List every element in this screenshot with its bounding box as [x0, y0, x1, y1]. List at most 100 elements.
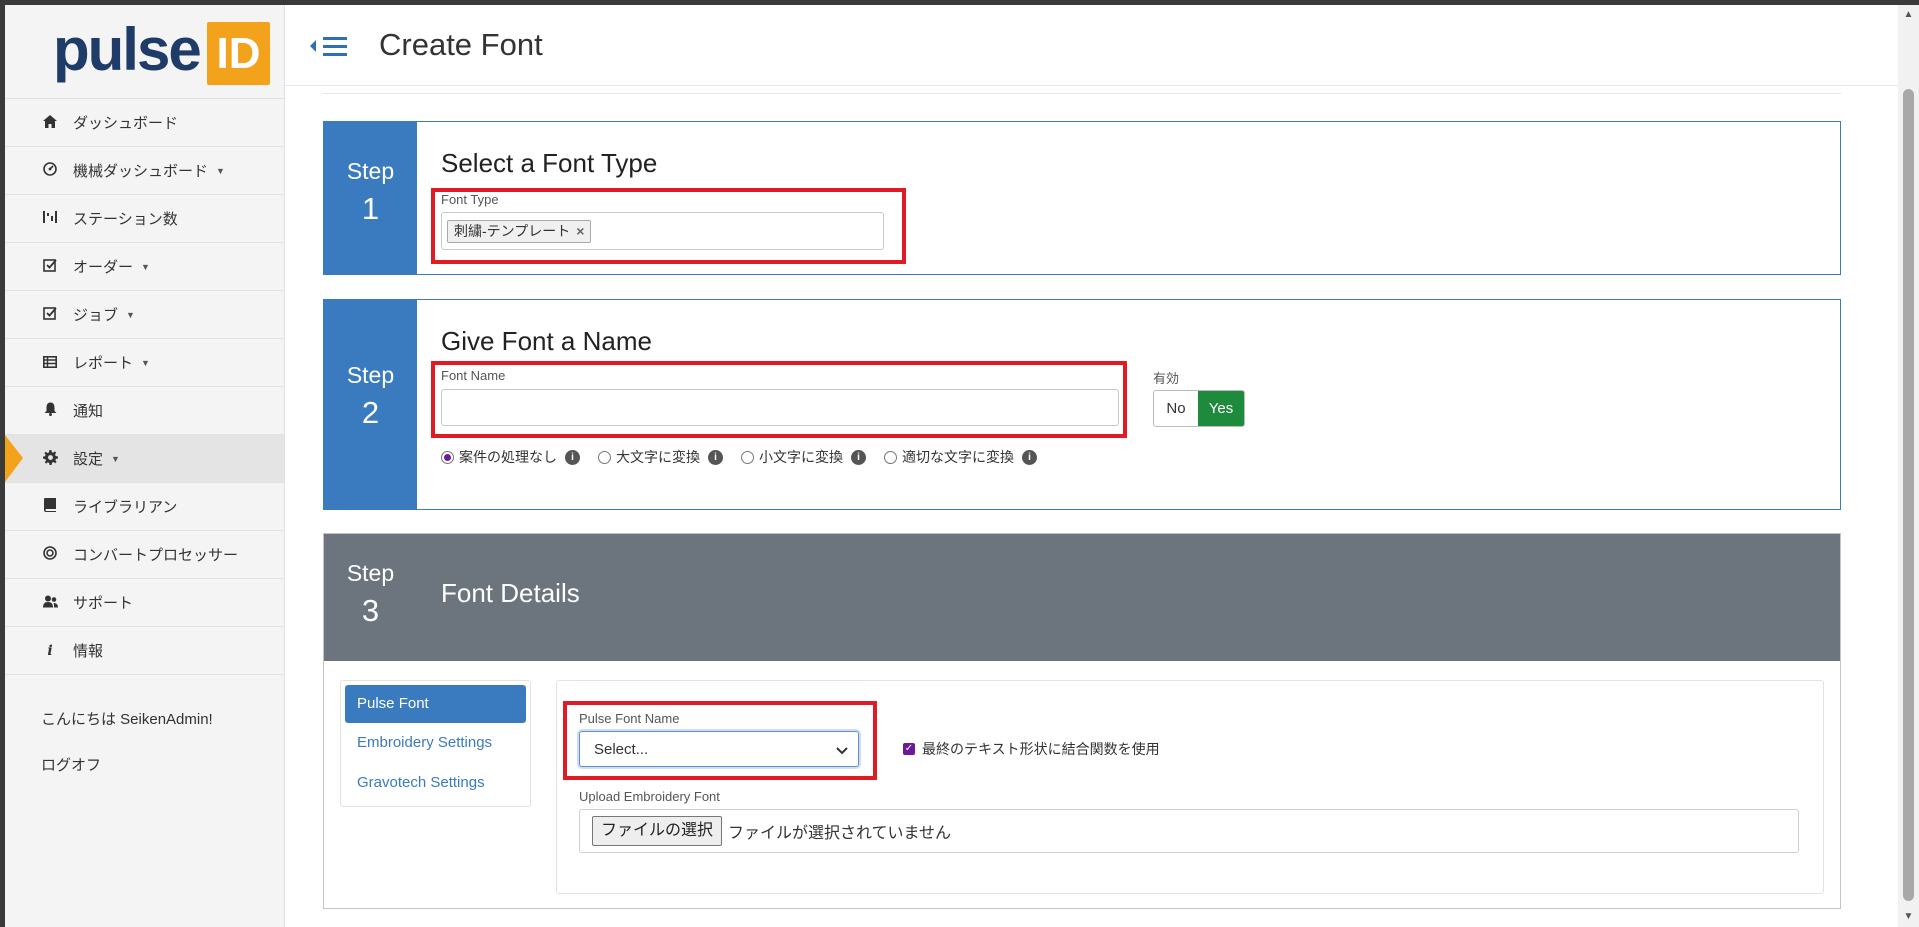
caret-down-icon: ▼: [141, 261, 150, 272]
font-type-label: Font Type: [441, 192, 499, 207]
sidebar-item-machine-dashboard[interactable]: 機械ダッシュボード ▼: [5, 147, 284, 195]
upload-embroidery-font-input: ファイルの選択 ファイルが選択されていません: [579, 809, 1799, 853]
step-2-card: Step 2 Give Font a Name Font Name 有効 No …: [323, 299, 1841, 510]
radio-label: 大文字に変換: [616, 449, 700, 465]
radio-proper-case[interactable]: 適切な文字に変換 i: [884, 447, 1037, 467]
divider: [323, 93, 1841, 94]
step-number: 3: [361, 593, 380, 628]
sidebar-item-dashboard[interactable]: ダッシュボード: [5, 99, 284, 147]
sidebar-item-reports[interactable]: レポート ▼: [5, 339, 284, 387]
help-icon[interactable]: i: [708, 449, 723, 465]
menu-toggle-icon[interactable]: [309, 32, 351, 62]
sidebar-item-label: レポート: [73, 355, 134, 372]
sidebar-item-info[interactable]: i 情報: [5, 627, 284, 675]
user-greeting: こんにちは SeikenAdmin!: [41, 711, 213, 728]
radio-uppercase[interactable]: 大文字に変換 i: [598, 447, 723, 467]
step-word: Step: [346, 158, 395, 184]
sidebar-item-notifications[interactable]: 通知: [5, 387, 284, 435]
caret-down-icon: ▼: [126, 309, 135, 320]
step-3-title: Font Details: [441, 578, 580, 608]
step-3-card: Step 3 Font Details Pulse Font Embroider…: [323, 533, 1841, 909]
sidebar-item-orders[interactable]: オーダー ▼: [5, 243, 284, 291]
sidebar-item-label: オーダー: [73, 259, 134, 276]
checkbox-icon: [41, 258, 59, 275]
font-name-input[interactable]: [441, 389, 1119, 426]
step-word: Step: [346, 560, 395, 586]
step-1-title: Select a Font Type: [441, 148, 658, 178]
choose-file-button[interactable]: ファイルの選択: [592, 816, 723, 846]
help-icon[interactable]: i: [1022, 449, 1037, 465]
logo[interactable]: pulse ID: [5, 5, 284, 99]
vertical-scrollbar[interactable]: ▲ ▼: [1898, 5, 1919, 927]
enabled-toggle[interactable]: No Yes: [1153, 390, 1245, 427]
sidebar-item-librarian[interactable]: ライブラリアン: [5, 483, 284, 531]
top-header: Create Font: [285, 5, 1898, 86]
font-type-multiselect[interactable]: 刺繍-テンプレート ×: [441, 212, 884, 250]
sidebar-item-jobs[interactable]: ジョブ ▼: [5, 291, 284, 339]
combine-function-checkbox[interactable]: ✓ 最終のテキスト形状に結合関数を使用: [903, 739, 1160, 759]
main-content: Step 1 Select a Font Type Font Type 刺繍-テ…: [285, 85, 1877, 927]
page-title: Create Font: [379, 27, 543, 62]
caret-down-icon: ▼: [216, 165, 225, 176]
tab-embroidery-settings[interactable]: Embroidery Settings: [341, 723, 530, 763]
step-number: 2: [361, 395, 380, 430]
caret-down-icon: ▼: [141, 357, 150, 368]
toggle-no-button[interactable]: No: [1154, 391, 1198, 426]
font-name-label: Font Name: [441, 368, 506, 383]
sidebar-item-label: 情報: [73, 643, 104, 660]
chevron-down-icon: [836, 732, 848, 768]
radio-circle[interactable]: [441, 450, 454, 464]
sidebar-item-label: ダッシュボード: [73, 115, 179, 132]
checkbox-icon: [41, 306, 59, 323]
step-1-card: Step 1 Select a Font Type Font Type 刺繍-テ…: [323, 121, 1841, 275]
bell-icon: [41, 402, 59, 419]
radio-circle[interactable]: [741, 450, 754, 464]
tab-pulse-font[interactable]: Pulse Font: [345, 685, 526, 723]
app-window: pulse ID ダッシュボード 機械ダッシュボード ▼ ステーション数 オーダ…: [5, 5, 1898, 927]
gear-icon: [41, 449, 59, 468]
help-icon[interactable]: i: [565, 449, 580, 465]
sidebar-item-settings[interactable]: 設定 ▼: [5, 435, 284, 483]
sidebar-item-convert-processor[interactable]: コンバートプロセッサー: [5, 531, 284, 579]
toggle-yes-button[interactable]: Yes: [1198, 391, 1244, 426]
file-status-text: ファイルが選択されていません: [728, 825, 952, 842]
target-icon: [41, 546, 59, 563]
font-type-tag: 刺繍-テンプレート ×: [447, 220, 592, 243]
radio-no-case-processing[interactable]: 案件の処理なし i: [441, 447, 580, 467]
checkbox-label: 最終のテキスト形状に結合関数を使用: [922, 741, 1160, 757]
sidebar: pulse ID ダッシュボード 機械ダッシュボード ▼ ステーション数 オーダ…: [5, 5, 285, 927]
radio-circle[interactable]: [598, 450, 611, 464]
sidebar-item-label: ジョブ: [73, 307, 119, 324]
sidebar-item-label: ステーション数: [73, 211, 178, 228]
scroll-down-arrow-icon[interactable]: ▼: [1898, 909, 1919, 925]
sidebar-item-stations[interactable]: ステーション数: [5, 195, 284, 243]
step-number: 1: [361, 191, 380, 226]
radio-label: 小文字に変換: [759, 449, 843, 465]
pulse-font-panel: Pulse Font Name Select... ✓ 最終のテキスト形状に結合…: [556, 680, 1824, 894]
sidebar-item-label: サポート: [73, 595, 134, 612]
users-icon: [41, 595, 59, 611]
remove-tag-icon[interactable]: ×: [576, 223, 584, 239]
logout-link[interactable]: ログオフ: [5, 743, 284, 789]
pulse-font-name-label: Pulse Font Name: [579, 711, 680, 726]
step-2-badge: Step 2: [324, 300, 417, 509]
step-2-title: Give Font a Name: [441, 326, 652, 356]
pulse-font-name-select[interactable]: Select...: [579, 731, 859, 767]
radio-lowercase[interactable]: 小文字に変換 i: [741, 447, 866, 467]
sidebar-item-label: 機械ダッシュボード: [73, 163, 209, 180]
radio-circle[interactable]: [884, 450, 897, 464]
tab-gravotech-settings[interactable]: Gravotech Settings: [341, 763, 530, 803]
sidebar-item-support[interactable]: サポート: [5, 579, 284, 627]
sidebar-item-label: 通知: [73, 403, 104, 420]
scroll-up-arrow-icon[interactable]: ▲: [1898, 7, 1919, 23]
table-icon: [41, 355, 59, 371]
help-icon[interactable]: i: [851, 449, 866, 465]
checkbox-checked-icon[interactable]: ✓: [903, 743, 915, 755]
case-options-group: 案件の処理なし i 大文字に変換 i 小文字に変換 i 適切な文字に変換 i: [441, 447, 1055, 467]
upload-embroidery-font-label: Upload Embroidery Font: [579, 789, 720, 804]
caret-down-icon: ▼: [111, 453, 120, 464]
book-icon: [41, 498, 59, 515]
logo-text: pulse: [53, 16, 202, 83]
scrollbar-thumb[interactable]: [1903, 89, 1914, 901]
step-1-badge: Step 1: [324, 122, 417, 274]
